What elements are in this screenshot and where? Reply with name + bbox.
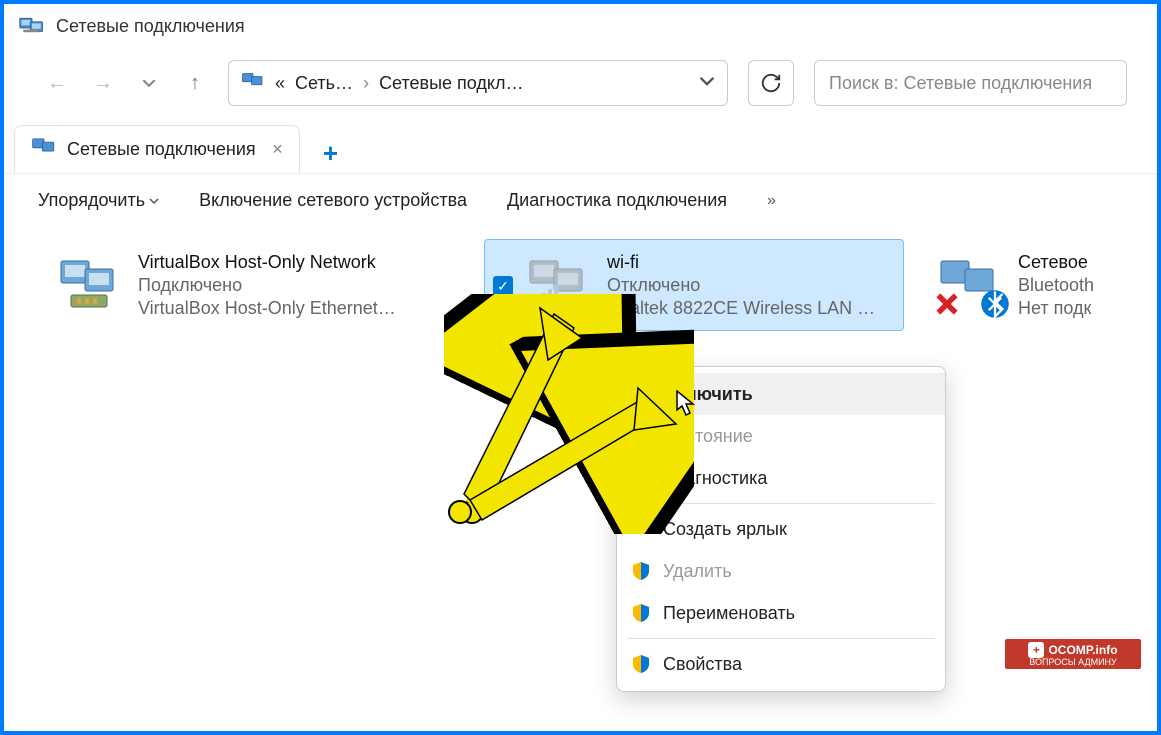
connection-item-wifi[interactable]: ✓ wi-fi Отключено Realtek 8822CE Wireles… xyxy=(484,239,904,331)
toolbar: Упорядочить Включение сетевого устройств… xyxy=(4,173,1157,227)
context-menu: Включить Состояние Диагностика Создать я… xyxy=(616,366,946,692)
chevron-down-icon[interactable] xyxy=(699,73,715,94)
back-button[interactable]: ← xyxy=(44,70,70,96)
ctx-create-shortcut[interactable]: Создать ярлык xyxy=(617,508,945,550)
breadcrumb-part[interactable]: Сетевые подкл… xyxy=(379,73,523,94)
ctx-properties[interactable]: Свойства xyxy=(617,643,945,685)
titlebar: Сетевые подключения xyxy=(4,4,1157,49)
separator xyxy=(627,638,935,639)
connection-item-bluetooth[interactable]: Сетевое Bluetooth Нет подк xyxy=(924,239,1104,331)
connection-status: Отключено xyxy=(607,275,875,296)
watermark: + OCOMP.info ВОПРОСЫ АДМИНУ xyxy=(1003,637,1143,671)
tab-label: Сетевые подключения xyxy=(67,139,256,160)
selected-check-icon: ✓ xyxy=(493,276,513,296)
tab-network-connections[interactable]: Сетевые подключения ✕ xyxy=(14,125,300,173)
organize-menu[interactable]: Упорядочить xyxy=(38,190,159,211)
ctx-diagnostics[interactable]: Диагностика xyxy=(617,457,945,499)
ctx-rename[interactable]: Переименовать xyxy=(617,592,945,634)
breadcrumb-part[interactable]: Сеть… xyxy=(295,73,353,94)
new-tab-button[interactable]: + xyxy=(310,133,350,173)
network-adapter-disabled-icon xyxy=(523,253,593,317)
network-adapter-icon xyxy=(54,253,124,317)
connection-name: VirtualBox Host-Only Network xyxy=(138,252,396,273)
ctx-state: Состояние xyxy=(617,415,945,457)
breadcrumb-prefix: « xyxy=(275,73,285,94)
connection-status: Bluetooth xyxy=(1018,275,1094,296)
chevron-right-icon: › xyxy=(363,73,369,94)
connection-device: Realtek 8822CE Wireless LAN … xyxy=(607,298,875,319)
up-button[interactable]: ↑ xyxy=(182,70,208,96)
cursor-icon xyxy=(676,390,696,416)
network-connections-icon xyxy=(31,137,57,162)
diagnose-button[interactable]: Диагностика подключения xyxy=(507,190,727,211)
ctx-delete: Удалить xyxy=(617,550,945,592)
overflow-button[interactable]: » xyxy=(767,192,776,210)
connection-status: Подключено xyxy=(138,275,396,296)
shield-icon xyxy=(631,561,651,581)
close-tab-button[interactable]: ✕ xyxy=(272,141,284,158)
ctx-enable[interactable]: Включить xyxy=(617,373,945,415)
connection-name: wi-fi xyxy=(607,252,875,273)
shield-icon xyxy=(631,384,651,404)
address-bar[interactable]: « Сеть… › Сетевые подкл… xyxy=(228,60,728,106)
enable-device-button[interactable]: Включение сетевого устройства xyxy=(199,190,467,211)
separator xyxy=(627,503,935,504)
connection-device: Нет подк xyxy=(1018,298,1094,319)
connection-item-vbox[interactable]: VirtualBox Host-Only Network Подключено … xyxy=(44,239,464,331)
window-title: Сетевые подключения xyxy=(56,16,245,37)
search-input[interactable]: Поиск в: Сетевые подключения xyxy=(814,60,1127,106)
navbar: ← → ↑ « Сеть… › Сетевые подкл… xyxy=(4,49,1157,117)
window-frame: Сетевые подключения ← → ↑ « Сеть… › Сете… xyxy=(0,0,1161,735)
shield-icon xyxy=(631,603,651,623)
forward-button[interactable]: → xyxy=(90,70,116,96)
content-area: VirtualBox Host-Only Network Подключено … xyxy=(4,227,1157,343)
shield-icon xyxy=(631,654,651,674)
recent-dropdown[interactable] xyxy=(136,70,162,96)
network-connections-icon xyxy=(241,72,265,95)
tab-bar: Сетевые подключения ✕ + xyxy=(4,117,1157,173)
network-connections-icon xyxy=(18,16,46,38)
search-placeholder: Поиск в: Сетевые подключения xyxy=(829,73,1092,94)
refresh-button[interactable] xyxy=(748,60,794,106)
connection-name: Сетевое xyxy=(1018,252,1094,273)
bluetooth-adapter-icon xyxy=(934,253,1004,317)
connection-device: VirtualBox Host-Only Ethernet… xyxy=(138,298,396,319)
